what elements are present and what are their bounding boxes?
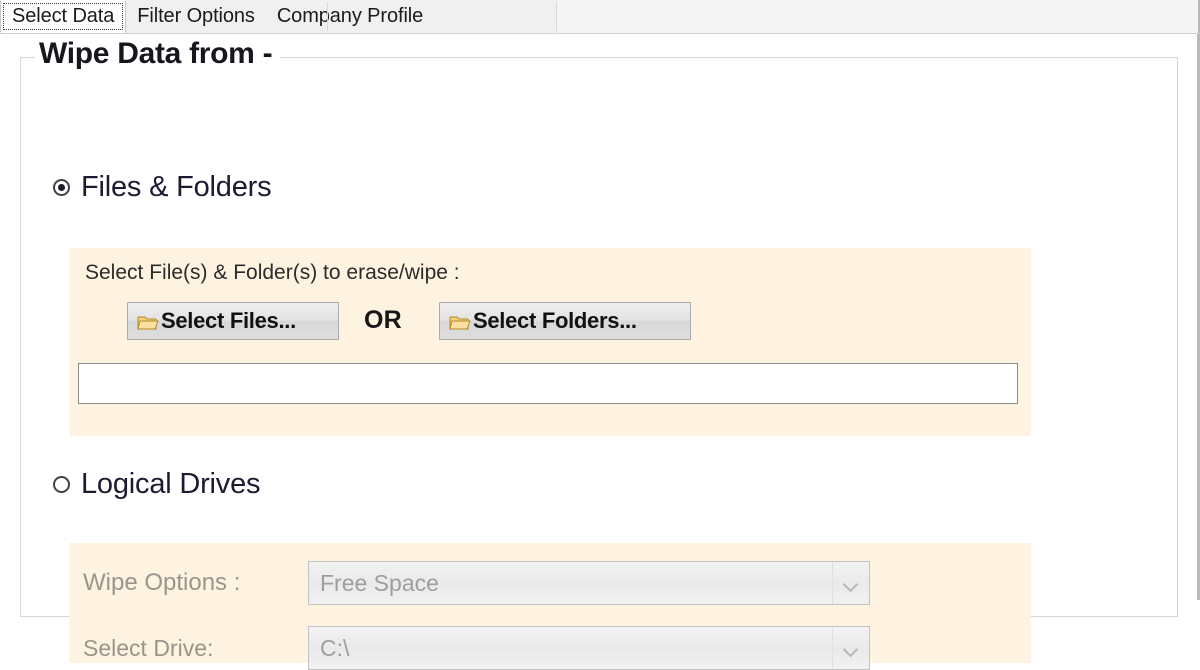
select-drive-label: Select Drive: [83, 634, 214, 661]
logical-drives-panel: Wipe Options : Free Space Select Drive: … [69, 543, 1031, 670]
chevron-down-icon[interactable] [832, 562, 869, 604]
wipe-options-dropdown[interactable]: Free Space [308, 561, 870, 605]
tab-separator-2 [556, 2, 557, 31]
tab-filter-options[interactable]: Filter Options [126, 0, 266, 33]
groupbox-legend: Wipe Data from - [35, 37, 281, 71]
files-folders-panel: Select File(s) & Folder(s) to erase/wipe… [69, 248, 1031, 436]
wipe-options-label: Wipe Options : [83, 569, 241, 596]
tab-company-profile[interactable]: Company Profile [266, 0, 434, 33]
wipe-options-row: Wipe Options : Free Space [83, 561, 870, 605]
tab-separator-1 [327, 2, 328, 31]
radio-option-files-folders[interactable]: Files & Folders [53, 171, 272, 204]
select-folders-button[interactable]: Select Folders... [439, 302, 691, 340]
chevron-down-icon[interactable] [832, 627, 869, 669]
wipe-data-window: Select Data Filter Options Company Profi… [0, 0, 1200, 670]
tab-select-data-label: Select Data [12, 5, 115, 27]
selected-paths-textbox[interactable] [78, 363, 1018, 404]
wipe-data-groupbox: Wipe Data from - Files & Folders Select … [20, 37, 1178, 670]
radio-files-folders-label: Files & Folders [81, 171, 272, 203]
or-label: OR [364, 306, 402, 334]
radio-files-folders-indicator[interactable] [53, 179, 70, 196]
radio-logical-drives-indicator[interactable] [53, 476, 70, 493]
select-drive-dropdown[interactable]: C:\ [308, 626, 870, 670]
select-files-button-label: Select Files... [161, 308, 296, 333]
folder-icon [449, 312, 471, 330]
select-files-button[interactable]: Select Files... [127, 302, 339, 340]
tab-filter-options-label: Filter Options [137, 5, 255, 27]
select-drive-value: C:\ [320, 634, 350, 661]
folder-icon [137, 312, 159, 330]
radio-option-logical-drives[interactable]: Logical Drives [53, 468, 261, 501]
radio-logical-drives-label: Logical Drives [81, 468, 261, 500]
tab-strip: Select Data Filter Options Company Profi… [0, 0, 1200, 34]
select-drive-row: Select Drive: C:\ [83, 626, 870, 670]
tab-company-profile-label: Company Profile [276, 5, 424, 27]
files-panel-caption: Select File(s) & Folder(s) to erase/wipe… [85, 261, 460, 284]
select-folders-button-label: Select Folders... [473, 308, 637, 333]
tab-select-data[interactable]: Select Data [0, 0, 127, 33]
tab-page-select-data: Wipe Data from - Files & Folders Select … [0, 34, 1200, 670]
wipe-options-value: Free Space [320, 569, 439, 596]
